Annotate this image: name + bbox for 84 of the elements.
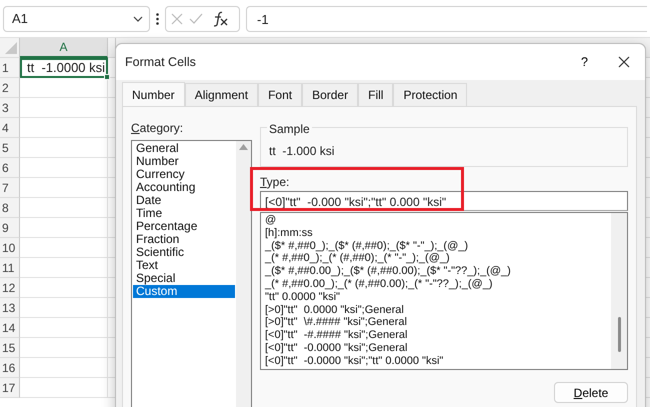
grid-cell[interactable] bbox=[20, 158, 108, 178]
format-item[interactable]: _(* #,##0_);_(* (#,##0);_(* "-"_);_(@_) bbox=[265, 252, 450, 266]
row-header[interactable]: 8 bbox=[0, 198, 20, 218]
category-item[interactable]: Currency bbox=[133, 168, 235, 181]
category-item[interactable]: Time bbox=[133, 207, 235, 220]
row-header[interactable]: 6 bbox=[0, 158, 20, 178]
row-header[interactable]: 9 bbox=[0, 218, 20, 238]
grid-cell[interactable] bbox=[20, 298, 108, 318]
type-input[interactable]: [<0]"tt" -0.000 "ksi";"tt" 0.000 "ksi" bbox=[260, 191, 628, 211]
category-item[interactable]: Text bbox=[133, 259, 235, 272]
row-header[interactable]: 13 bbox=[0, 298, 20, 318]
row-header[interactable]: 17 bbox=[0, 378, 20, 398]
row-header[interactable]: 10 bbox=[0, 238, 20, 258]
grid-cell[interactable] bbox=[20, 278, 108, 298]
format-item[interactable]: _(* #,##0.00_);_(* (#,##0.00);_(* "-"??_);_(@_) bbox=[265, 278, 492, 291]
grid-cell[interactable] bbox=[20, 78, 108, 98]
row-header[interactable]: 2 bbox=[0, 78, 20, 98]
grid-cell[interactable] bbox=[20, 358, 108, 378]
row-header[interactable]: 3 bbox=[0, 98, 20, 118]
sample-value: tt -1.000 ksi bbox=[269, 144, 334, 158]
category-item[interactable]: Percentage bbox=[133, 220, 235, 233]
category-item[interactable]: General bbox=[133, 142, 235, 155]
category-item[interactable]: Special bbox=[133, 272, 235, 285]
help-button[interactable]: ? bbox=[574, 50, 595, 74]
grid-cell[interactable] bbox=[20, 238, 108, 258]
format-item[interactable]: [<0]"tt" -0.0000 "ksi";"tt" 0.0000 "ksi" bbox=[265, 354, 444, 368]
tab[interactable]: Alignment bbox=[184, 83, 258, 106]
format-item[interactable]: _($* #,##0_);_($* (#,##0);_($* "-"_);_(@_) bbox=[265, 240, 468, 252]
category-item[interactable]: Date bbox=[133, 194, 235, 207]
category-label: Category: bbox=[131, 120, 184, 137]
row-header[interactable]: 12 bbox=[0, 278, 20, 298]
more-icon[interactable] bbox=[156, 12, 159, 24]
grid-cell[interactable] bbox=[20, 258, 108, 278]
dialog-title: Format Cells bbox=[125, 54, 197, 71]
grid-cell[interactable] bbox=[20, 218, 108, 238]
name-box[interactable]: A1 bbox=[3, 6, 150, 32]
row-header[interactable]: 16 bbox=[0, 358, 20, 378]
grid-cell[interactable] bbox=[20, 118, 108, 138]
grid-cell[interactable] bbox=[20, 178, 108, 198]
format-item[interactable]: [<0]"tt" -0.0000 "ksi";General bbox=[265, 342, 408, 355]
close-icon[interactable] bbox=[618, 56, 630, 68]
cancel-icon[interactable] bbox=[171, 12, 183, 24]
category-item[interactable]: Custom bbox=[133, 285, 235, 298]
format-item[interactable]: @ bbox=[265, 214, 276, 227]
format-item[interactable]: "tt" 0.0000 "ksi" bbox=[265, 290, 340, 304]
tab[interactable]: Protection bbox=[393, 83, 468, 106]
select-all-icon[interactable] bbox=[5, 42, 17, 54]
column-header[interactable] bbox=[108, 38, 116, 58]
scroll-thumb[interactable] bbox=[618, 317, 620, 352]
category-item[interactable]: Number bbox=[133, 155, 235, 168]
row-header[interactable]: 14 bbox=[0, 318, 20, 338]
tab[interactable]: Fill bbox=[358, 83, 394, 106]
checkmark-icon[interactable] bbox=[189, 13, 203, 24]
format-item[interactable]: _($* #,##0.00_);_($* (#,##0.00);_($* "-"??_);_(@_) bbox=[265, 265, 511, 278]
grid-cell[interactable] bbox=[20, 378, 108, 398]
row-header[interactable]: 11 bbox=[0, 258, 20, 278]
delete-button[interactable]: Delete bbox=[554, 382, 628, 403]
tab[interactable]: Font bbox=[258, 83, 302, 106]
grid-cell[interactable] bbox=[20, 338, 108, 358]
format-item[interactable]: [>0]"tt" \#.#### "ksi";General bbox=[265, 316, 407, 330]
grid-cell[interactable] bbox=[20, 198, 108, 218]
fill-handle[interactable] bbox=[104, 74, 110, 80]
format-item[interactable]: [<0]"tt" -#.#### "ksi";General bbox=[265, 329, 408, 342]
grid-cell[interactable] bbox=[20, 318, 108, 338]
row-header[interactable]: 4 bbox=[0, 118, 20, 138]
category-item[interactable]: Scientific bbox=[133, 246, 235, 259]
row-header[interactable]: 7 bbox=[0, 178, 20, 198]
grid-cell[interactable] bbox=[20, 138, 108, 158]
type-label: Type: bbox=[260, 174, 290, 191]
chevron-down-icon bbox=[133, 16, 143, 22]
active-cell[interactable]: tt -1.0000 ksi bbox=[20, 58, 108, 78]
formula-input[interactable]: -1 bbox=[246, 6, 647, 32]
category-item[interactable]: Fraction bbox=[133, 233, 235, 246]
tab[interactable]: Number bbox=[122, 82, 185, 106]
row-header[interactable]: 5 bbox=[0, 138, 20, 158]
row-header[interactable]: 15 bbox=[0, 338, 20, 358]
grid-cell[interactable] bbox=[20, 98, 108, 118]
format-item[interactable]: [>0]"tt" 0.0000 "ksi";General bbox=[265, 304, 404, 316]
format-item[interactable]: [h]:mm:ss bbox=[265, 226, 313, 240]
column-header[interactable]: A bbox=[20, 38, 108, 58]
scroll-up-icon[interactable] bbox=[239, 144, 248, 150]
category-item[interactable]: Accounting bbox=[133, 181, 235, 194]
tab[interactable]: Border bbox=[302, 83, 358, 106]
row-header[interactable]: 1 bbox=[0, 58, 20, 78]
